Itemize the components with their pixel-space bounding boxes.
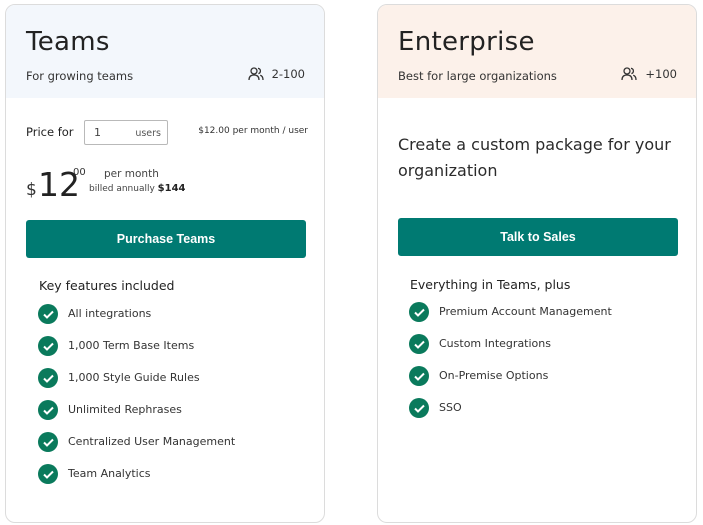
- feature-label: All integrations: [68, 307, 152, 320]
- list-item: Team Analytics: [38, 464, 235, 497]
- billed-prefix: billed annually: [89, 184, 155, 194]
- teams-card-header: Teams For growing teams 2-100: [6, 5, 324, 98]
- teams-plan-title: Teams: [26, 27, 110, 57]
- users-icon: [247, 67, 264, 81]
- check-icon: [38, 368, 58, 388]
- list-item: 1,000 Term Base Items: [38, 336, 235, 369]
- user-quantity-value: 1: [94, 125, 101, 139]
- list-item: SSO: [409, 398, 612, 431]
- list-item: Unlimited Rephrases: [38, 400, 235, 433]
- users-icon: [621, 67, 638, 81]
- check-icon: [409, 398, 429, 418]
- teams-features-title: Key features included: [39, 278, 175, 293]
- feature-label: Team Analytics: [68, 467, 151, 480]
- talk-to-sales-button[interactable]: Talk to Sales: [398, 218, 678, 256]
- enterprise-features-title: Everything in Teams, plus: [410, 277, 571, 292]
- feature-label: Centralized User Management: [68, 435, 236, 448]
- list-item: 1,000 Style Guide Rules: [38, 368, 235, 401]
- list-item: Centralized User Management: [38, 432, 236, 465]
- enterprise-seat-range: +100: [621, 67, 677, 81]
- check-icon: [38, 400, 58, 420]
- feature-label: 1,000 Style Guide Rules: [68, 371, 200, 384]
- price-cents: 00: [73, 167, 86, 178]
- check-icon: [409, 302, 429, 322]
- price-currency: $: [26, 180, 37, 200]
- list-item: All integrations: [38, 304, 235, 337]
- billed-annually: billed annually $144: [89, 183, 186, 194]
- list-item: Custom Integrations: [409, 334, 612, 367]
- feature-label: Unlimited Rephrases: [68, 403, 182, 416]
- check-icon: [38, 464, 58, 484]
- feature-label: Premium Account Management: [439, 305, 612, 318]
- billed-amount: $144: [157, 183, 186, 194]
- check-icon: [38, 336, 58, 356]
- price-calculator: Price for 1 users $12.00 per month / use…: [26, 119, 308, 145]
- teams-plan-subtitle: For growing teams: [26, 69, 134, 83]
- enterprise-feature-list: Premium Account Management Custom Integr…: [409, 302, 612, 431]
- enterprise-plan-subtitle: Best for large organizations: [398, 69, 557, 83]
- enterprise-plan-title: Enterprise: [398, 27, 535, 57]
- user-quantity-input[interactable]: 1 users: [84, 119, 168, 145]
- check-icon: [38, 432, 58, 452]
- enterprise-seat-range-text: +100: [645, 67, 677, 81]
- price-for-label: Price for: [26, 125, 74, 139]
- user-quantity-unit: users: [135, 127, 161, 139]
- feature-label: On-Premise Options: [439, 369, 549, 382]
- check-icon: [409, 334, 429, 354]
- per-user-price: $12.00 per month / user: [198, 126, 308, 136]
- enterprise-plan-card: Enterprise Best for large organizations …: [377, 4, 697, 523]
- teams-plan-card: Teams For growing teams 2-100 Price for …: [5, 4, 325, 523]
- teams-feature-list: All integrations 1,000 Term Base Items 1…: [38, 304, 236, 497]
- list-item: Premium Account Management: [409, 302, 612, 335]
- feature-label: Custom Integrations: [439, 337, 551, 350]
- teams-seat-range-text: 2-100: [271, 67, 305, 81]
- enterprise-card-header: Enterprise Best for large organizations …: [378, 5, 696, 98]
- feature-label: SSO: [439, 401, 462, 414]
- feature-label: 1,000 Term Base Items: [68, 339, 195, 352]
- custom-package-text: Create a custom package for your organiz…: [398, 135, 671, 180]
- check-icon: [409, 366, 429, 386]
- check-icon: [38, 304, 58, 324]
- list-item: On-Premise Options: [409, 366, 612, 399]
- purchase-teams-button[interactable]: Purchase Teams: [26, 220, 306, 258]
- teams-seat-range: 2-100: [247, 67, 305, 81]
- price-period: per month: [104, 168, 159, 180]
